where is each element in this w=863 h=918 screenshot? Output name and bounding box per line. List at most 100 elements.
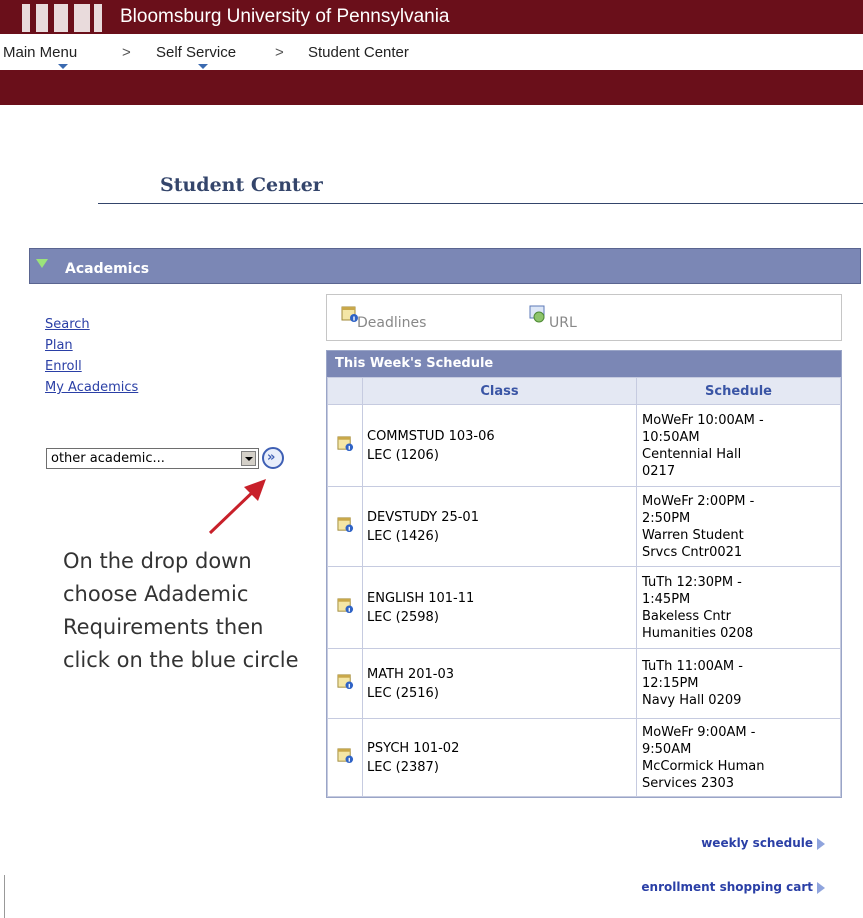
class-cell: PSYCH 101-02 LEC (2387) xyxy=(362,718,637,797)
url-link[interactable]: URL xyxy=(549,315,577,331)
schedule-header: This Week's Schedule xyxy=(327,351,841,377)
double-chevron-right-icon: » xyxy=(267,450,276,465)
chevron-down-icon[interactable] xyxy=(198,64,208,69)
schedule-cell: MoWeFr 10:00AM -10:50AM Centennial Hall 02… xyxy=(636,404,841,487)
shopping-cart-label: enrollment shopping cart xyxy=(641,880,813,894)
row-icon-cell xyxy=(327,486,363,567)
weekly-schedule-label: weekly schedule xyxy=(701,836,813,850)
weekly-schedule-panel: This Week's Schedule Class Schedule COMM… xyxy=(326,350,842,798)
row-icon-cell xyxy=(327,404,363,487)
schedule-line: MoWeFr 10:00AM - xyxy=(642,412,764,428)
university-logo xyxy=(22,4,102,32)
schedule-line: McCormick Human xyxy=(642,758,765,774)
other-academic-dropdown[interactable]: other academic... xyxy=(46,448,259,469)
quick-links-box: Deadlines URL xyxy=(326,294,842,341)
class-section: DEVSTUDY 25-01 xyxy=(367,509,479,525)
class-section: COMMSTUD 103-06 xyxy=(367,428,495,444)
schedule-table: Class Schedule COMMSTUD 103-06 LEC (1206)… xyxy=(327,377,841,797)
class-section: ENGLISH 101-11 xyxy=(367,590,475,606)
class-cell: MATH 201-03 LEC (2516) xyxy=(362,648,637,719)
breadcrumb-student-center[interactable]: Student Center xyxy=(308,44,409,61)
breadcrumb: Main Menu > Self Service > Student Cente… xyxy=(0,34,863,70)
schedule-line: Centennial Hall xyxy=(642,446,742,462)
schedule-cell: MoWeFr 9:00AM -9:50AM McCormick Human Serv… xyxy=(636,718,841,797)
schedule-line: 2:50PM xyxy=(642,510,691,526)
page-title: Student Center xyxy=(160,174,323,196)
class-component: LEC (2516) xyxy=(367,685,439,701)
icon-column-header xyxy=(327,377,363,405)
header-divider-bar xyxy=(0,70,863,105)
class-cell: DEVSTUDY 25-01 LEC (1426) xyxy=(362,486,637,567)
table-header-row: Class Schedule xyxy=(327,377,841,405)
schedule-line: 10:50AM xyxy=(642,429,700,445)
schedule-line: 0217 xyxy=(642,463,676,479)
schedule-line: Bakeless Cntr xyxy=(642,608,731,624)
class-cell: COMMSTUD 103-06 LEC (1206) xyxy=(362,404,637,487)
class-column-header[interactable]: Class xyxy=(362,377,637,405)
plan-link[interactable]: Plan xyxy=(45,338,73,353)
calendar-info-icon[interactable] xyxy=(336,747,354,764)
calendar-info-icon[interactable] xyxy=(336,435,354,452)
schedule-line: TuTh 12:30PM - xyxy=(642,574,742,590)
schedule-line: 12:15PM xyxy=(642,676,699,691)
schedule-line: MoWeFr 9:00AM - xyxy=(642,724,756,740)
enrollment-shopping-cart-link[interactable]: enrollment shopping cart xyxy=(641,880,825,894)
chevron-down-icon xyxy=(245,457,253,461)
university-banner: Bloomsburg University of Pennsylvania xyxy=(0,0,863,34)
breadcrumb-self-service[interactable]: Self Service xyxy=(156,44,236,61)
schedule-line: 9:50AM xyxy=(642,741,692,757)
dropdown-selected-value: other academic... xyxy=(51,451,165,466)
weekly-schedule-link[interactable]: weekly schedule xyxy=(701,836,825,850)
calendar-info-icon[interactable] xyxy=(336,516,354,533)
class-section: PSYCH 101-02 xyxy=(367,740,460,756)
url-link-icon[interactable] xyxy=(529,305,547,323)
row-icon-cell xyxy=(327,648,363,719)
title-divider xyxy=(98,203,863,204)
chevron-down-icon[interactable] xyxy=(58,64,68,69)
academics-section-header[interactable]: Academics xyxy=(29,248,861,284)
schedule-line: Warren Student xyxy=(642,527,744,543)
my-academics-link[interactable]: My Academics xyxy=(45,380,138,395)
schedule-cell: TuTh 11:00AM - 12:15PM Navy Hall 0209 xyxy=(636,648,841,719)
schedule-line: MoWeFr 2:00PM - xyxy=(642,493,755,509)
schedule-line: Services 2303 xyxy=(642,775,735,791)
instruction-note: On the drop down choose Adademic Require… xyxy=(63,549,299,672)
schedule-cell: MoWeFr 2:00PM -2:50PM Warren Student Srvcs… xyxy=(636,486,841,567)
schedule-line: Navy Hall 0209 xyxy=(642,693,742,708)
class-component: LEC (2598) xyxy=(367,609,439,625)
deadlines-link[interactable]: Deadlines xyxy=(357,315,426,331)
schedule-title: This Week's Schedule xyxy=(335,356,494,371)
university-name: Bloomsburg University of Pennsylvania xyxy=(120,6,450,27)
table-row: ENGLISH 101-11 LEC (2598) TuTh 12:30PM -1:… xyxy=(327,566,841,649)
annotation-arrow-icon xyxy=(208,479,266,535)
class-section: MATH 201-03 xyxy=(367,666,454,682)
schedule-cell: TuTh 12:30PM -1:45PM Bakeless Cntr Humanit… xyxy=(636,566,841,649)
class-component: LEC (2387) xyxy=(367,759,439,775)
schedule-line: TuTh 11:00AM - xyxy=(642,659,743,674)
calendar-info-icon[interactable] xyxy=(336,673,354,690)
schedule-rows: COMMSTUD 103-06 LEC (1206) MoWeFr 10:00AM … xyxy=(327,404,841,797)
search-link[interactable]: Search xyxy=(45,317,90,332)
dropdown-arrow-button[interactable] xyxy=(241,451,256,466)
go-button[interactable]: » xyxy=(262,447,284,469)
table-row: COMMSTUD 103-06 LEC (1206) MoWeFr 10:00AM … xyxy=(327,404,841,487)
schedule-line: Srvcs Cntr0021 xyxy=(642,544,743,560)
left-border-line xyxy=(4,875,5,918)
enroll-link[interactable]: Enroll xyxy=(45,359,82,374)
row-icon-cell xyxy=(327,566,363,649)
table-row: PSYCH 101-02 LEC (2387) MoWeFr 9:00AM -9:5… xyxy=(327,718,841,797)
schedule-column-header[interactable]: Schedule xyxy=(636,377,841,405)
schedule-line: Humanities 0208 xyxy=(642,625,754,641)
breadcrumb-main-menu[interactable]: Main Menu xyxy=(3,44,77,61)
play-arrow-icon xyxy=(817,837,825,850)
calendar-info-icon[interactable] xyxy=(336,597,354,614)
collapse-triangle-icon[interactable] xyxy=(36,259,48,268)
table-row: MATH 201-03 LEC (2516) TuTh 11:00AM - 12:15… xyxy=(327,648,841,719)
breadcrumb-separator: > xyxy=(122,44,131,61)
row-icon-cell xyxy=(327,718,363,797)
class-component: LEC (1426) xyxy=(367,528,439,544)
breadcrumb-separator: > xyxy=(275,44,284,61)
schedule-line: 1:45PM xyxy=(642,591,691,607)
class-cell: ENGLISH 101-11 LEC (2598) xyxy=(362,566,637,649)
play-arrow-icon xyxy=(817,881,825,894)
